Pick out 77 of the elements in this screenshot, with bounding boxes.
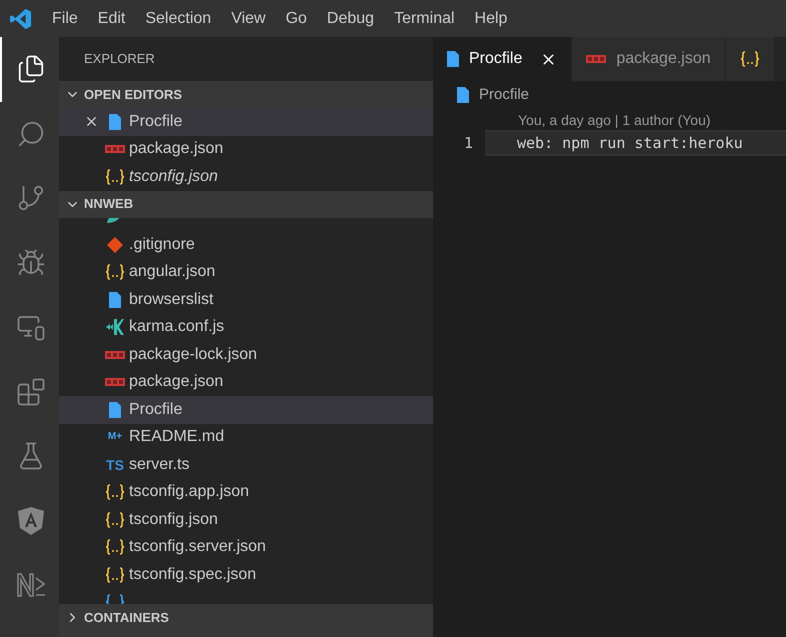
file-name: README.md [129, 427, 224, 448]
menu-item[interactable]: View [221, 6, 276, 30]
npm-icon [586, 55, 606, 63]
app-logo-icon [10, 8, 32, 30]
file-tree-item[interactable]: package-lock.json [59, 341, 433, 368]
npm-icon [105, 350, 125, 359]
file-name: Procfile [129, 400, 182, 420]
diamond-icon [107, 236, 123, 253]
file-name: package.json [129, 372, 224, 392]
braces-icon [105, 512, 125, 528]
file-name: server.ts [129, 454, 190, 475]
file-icon [109, 402, 121, 418]
file-name: Procfile [129, 112, 182, 132]
breadcrumb[interactable]: Procfile [479, 84, 530, 106]
shield-icon[interactable] [18, 506, 44, 535]
editor-tab[interactable]: package.json [572, 37, 726, 81]
line-number: 1 [462, 132, 474, 154]
open-editor-item[interactable]: package.json [59, 136, 433, 163]
file-name: tsconfig.json [129, 510, 218, 530]
nx-logo-icon[interactable] [16, 572, 46, 598]
file-tree-item[interactable]: Procfile [59, 396, 433, 424]
file-icon [109, 114, 121, 130]
codelens-text[interactable]: You, a day ago | 1 author (You) [518, 110, 711, 131]
braces-icon [105, 566, 125, 583]
file-name: karma.conf.js [129, 317, 224, 338]
editor-tab[interactable] [726, 37, 775, 81]
file-name: package.json [129, 139, 224, 160]
npm-icon [105, 378, 125, 386]
file-tree-item[interactable]: browserslist [59, 286, 433, 314]
file-name: tsconfig.app.json [129, 482, 250, 502]
braces-icon [105, 484, 125, 500]
section-title: NNWEB [84, 195, 134, 214]
section-title: CONTAINERS [84, 608, 169, 627]
file-tree-item[interactable]: tsconfig.app.json [59, 478, 433, 506]
file-tree-item[interactable]: package.json [59, 368, 433, 396]
file-tree-item[interactable]: tsconfig.server.json [59, 534, 433, 561]
open-editor-item[interactable]: tsconfig.json [59, 163, 433, 190]
menu-item[interactable]: File [42, 6, 88, 30]
menu-item[interactable]: Debug [316, 6, 384, 30]
file-tree-item[interactable]: angular.json [59, 258, 433, 286]
braces-icon [105, 168, 125, 185]
file-name: package-lock.json [129, 344, 258, 365]
file-tree-item[interactable]: .gitignore [59, 231, 433, 258]
file-name: browserslist [129, 290, 214, 310]
file-name: tsconfig.spec.json [129, 564, 256, 585]
panel-title: EXPLORER [84, 50, 155, 68]
typescript-icon: TS [106, 458, 124, 472]
file-tree-item[interactable]: karma.conf.js [59, 314, 433, 341]
karma-icon [106, 319, 124, 336]
menu-item[interactable]: Terminal [384, 6, 465, 30]
editor-tab[interactable]: Procfile [433, 37, 572, 81]
file-tree-item[interactable]: TS server.ts [59, 451, 433, 478]
file-icon [457, 87, 469, 103]
menu-item[interactable]: Go [276, 6, 317, 30]
npm-icon [105, 145, 125, 154]
file-icon [447, 51, 459, 67]
section-header[interactable]: NNWEB [59, 190, 433, 218]
menu-item[interactable]: Edit [88, 6, 136, 30]
markdown-icon: M+ [108, 432, 122, 442]
file-icon [109, 292, 121, 308]
file-tree-item[interactable]: M+ README.md [59, 424, 433, 451]
bug-icon[interactable] [16, 248, 46, 278]
file-name: tsconfig.server.json [129, 537, 266, 558]
file-tree-item[interactable]: tsconfig.json [59, 506, 433, 534]
section-header[interactable]: OPEN EDITORS [59, 81, 433, 108]
braces-icon [105, 539, 125, 556]
file-name: .gitignore [129, 234, 195, 255]
section-title: OPEN EDITORS [84, 86, 182, 104]
open-editor-item[interactable]: Procfile [59, 108, 433, 136]
menu-item[interactable]: Selection [135, 6, 222, 30]
braces-icon [105, 264, 125, 280]
file-tree-item[interactable]: tsconfig.spec.json [59, 561, 433, 588]
file-name: angular.json [129, 262, 216, 282]
extensions-icon[interactable] [16, 376, 46, 407]
braces-icon [740, 51, 760, 67]
menu-item[interactable]: Help [464, 6, 518, 30]
file-name: tsconfig.json [129, 166, 218, 187]
